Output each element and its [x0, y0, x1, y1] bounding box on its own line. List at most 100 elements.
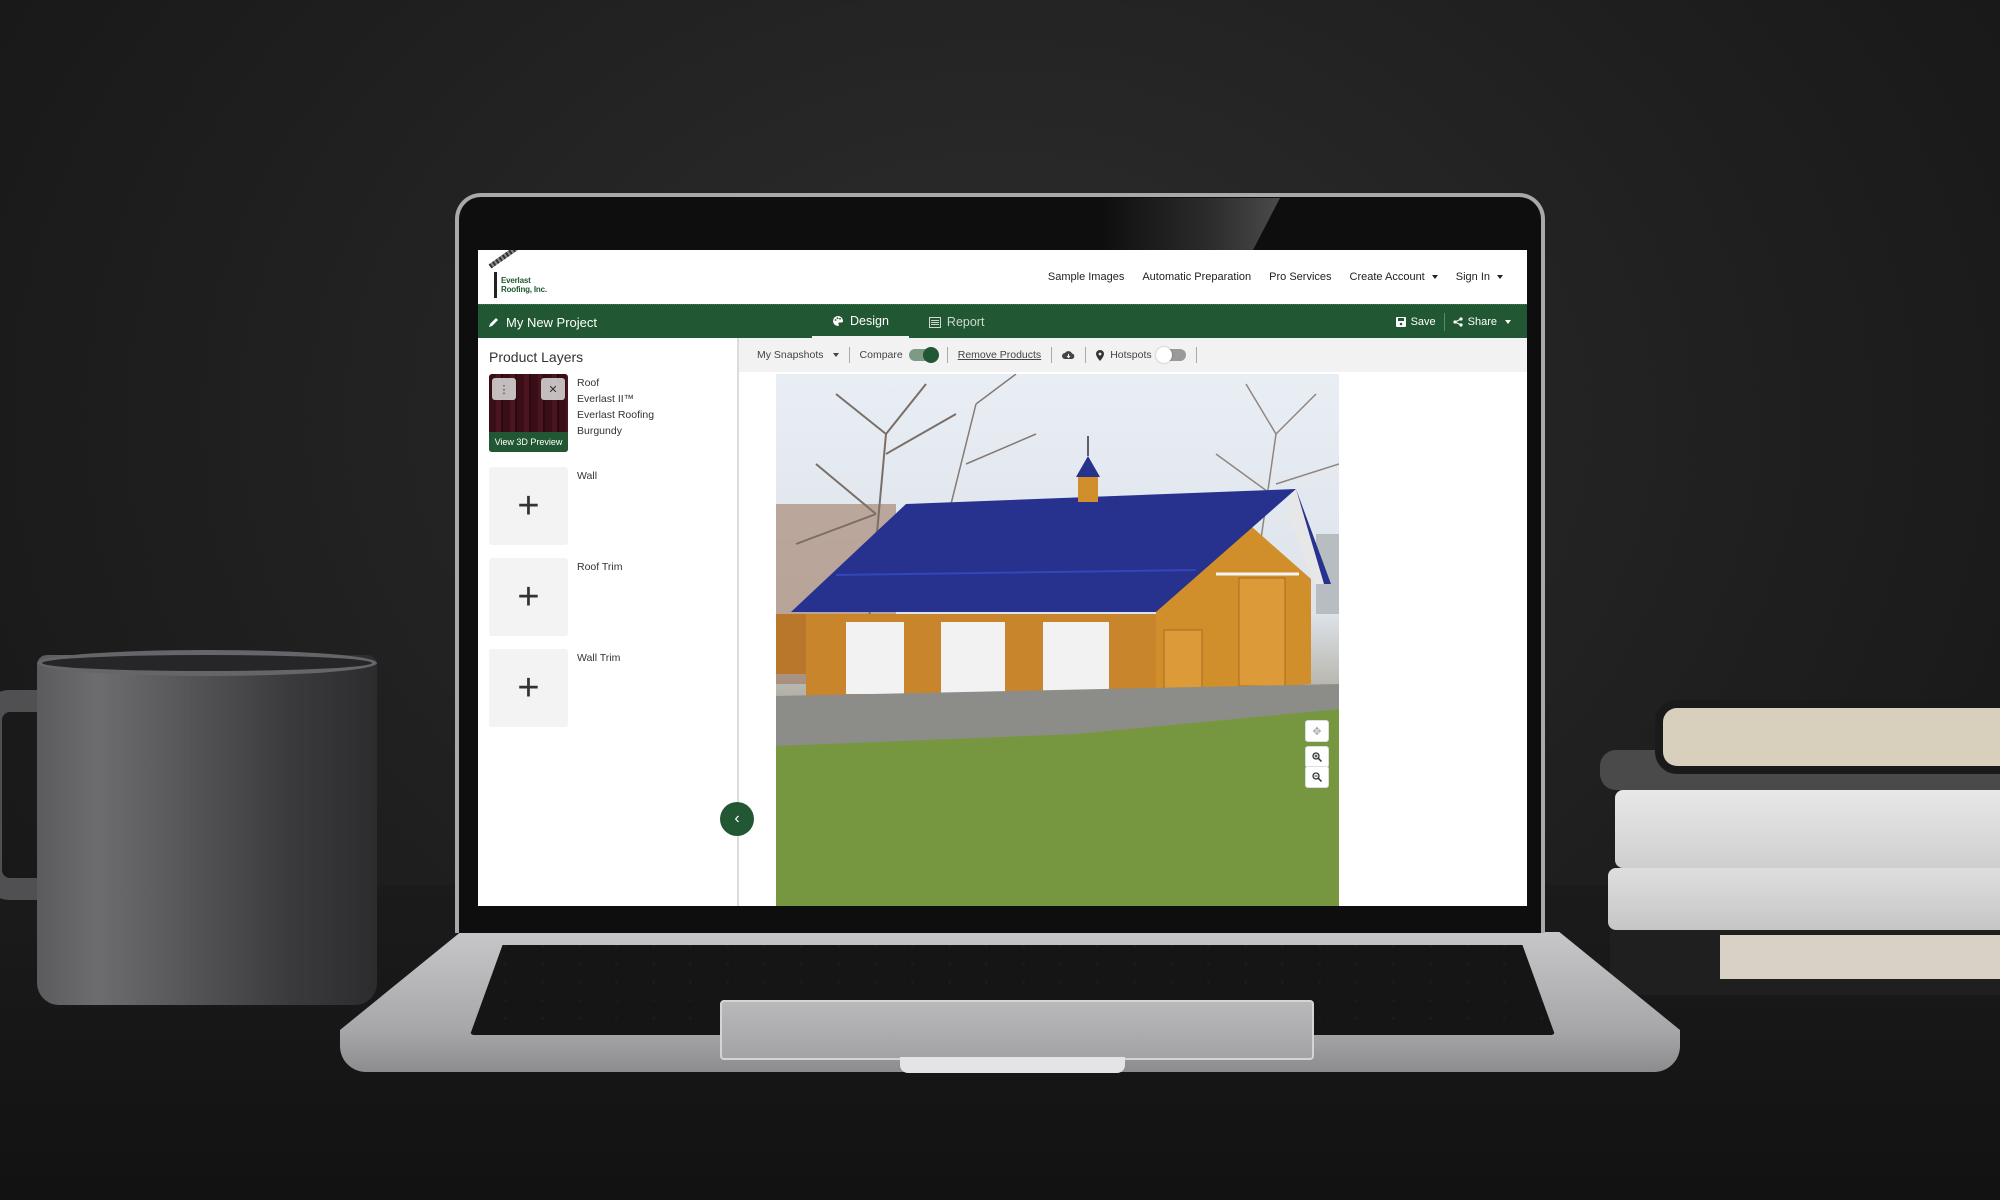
tab-label: Design — [850, 313, 889, 328]
remove-products-link[interactable]: Remove Products — [948, 349, 1051, 361]
layer-roof-details: Roof Everlast II™ Everlast Roofing Burgu… — [577, 375, 654, 439]
share-label: Share — [1467, 316, 1497, 328]
product-layers-panel: Product Layers ⋮ ✕ View 3D Preview Roof … — [478, 338, 739, 906]
tab-report[interactable]: Report — [909, 305, 1005, 339]
snapshots-label: My Snapshots — [757, 349, 824, 361]
zoom-in-icon — [1312, 752, 1322, 762]
project-actions: Save Share — [1388, 305, 1519, 339]
zoom-out-button[interactable] — [1305, 766, 1329, 788]
tab-label: Report — [946, 315, 985, 329]
laptop-trackpad — [720, 1000, 1314, 1060]
palette-icon — [833, 315, 843, 326]
project-title-text: My New Project — [506, 314, 598, 330]
app-screen: Everlast Roofing, Inc. Sample Images Aut… — [478, 250, 1527, 906]
roof-swatch[interactable]: ⋮ ✕ View 3D Preview — [489, 374, 568, 452]
layer-wall: + — [489, 467, 569, 547]
save-button[interactable]: Save — [1388, 316, 1444, 328]
mug-rim — [37, 650, 377, 676]
nav-sign-in[interactable]: Sign In — [1456, 271, 1503, 283]
product-line: Everlast Roofing — [577, 409, 655, 421]
product-color: Burgundy — [577, 425, 622, 437]
share-icon — [1453, 317, 1463, 327]
project-bar: My New Project Design Report Save Share — [478, 304, 1527, 339]
tab-design[interactable]: Design — [812, 305, 909, 339]
compare-label: Compare — [859, 349, 903, 361]
add-roof-trim-button[interactable]: + — [489, 558, 568, 636]
caret-down-icon — [832, 353, 839, 357]
top-nav: Sample Images Automatic Preparation Pro … — [1048, 250, 1503, 304]
chevron-left-icon: ‹ — [734, 810, 740, 827]
plus-icon: + — [517, 485, 540, 527]
hotspots-label: Hotspots — [1110, 349, 1152, 361]
nav-label: Sample Images — [1047, 271, 1125, 283]
layer-roof-trim: + — [489, 558, 569, 638]
nav-create-account[interactable]: Create Account — [1350, 271, 1438, 283]
cupola — [1078, 476, 1098, 502]
book — [1655, 700, 2000, 774]
map-marker-icon — [1096, 349, 1105, 361]
garage-door — [941, 622, 1005, 696]
design-toolbar: My Snapshots Compare Remove Products Hot… — [739, 338, 1527, 372]
pencil-icon — [489, 318, 498, 327]
brand-line1: Everlast — [501, 276, 531, 285]
close-icon: ✕ — [548, 383, 558, 396]
barn-door — [1238, 577, 1286, 687]
barn-image — [776, 374, 1339, 906]
garage-door — [1043, 622, 1109, 697]
plus-icon: + — [517, 667, 540, 709]
nav-label: Sign In — [1455, 271, 1490, 283]
layer-roof-trim-label: Roof Trim — [577, 561, 623, 573]
caret-down-icon — [1505, 320, 1511, 324]
layer-category: Roof — [577, 377, 600, 389]
zoom-out-icon — [1312, 772, 1322, 782]
nav-sample-images[interactable]: Sample Images — [1048, 271, 1124, 283]
brand-line2: Roofing, Inc. — [501, 285, 547, 294]
pan-button[interactable]: ✥ — [1305, 720, 1329, 742]
product-name: Everlast II™ — [577, 393, 635, 405]
brand-logo[interactable]: Everlast Roofing, Inc. — [486, 250, 556, 300]
layer-wall-trim: + — [489, 649, 569, 729]
nav-automatic-preparation[interactable]: Automatic Preparation — [1142, 271, 1251, 283]
view-3d-preview-button[interactable]: View 3D Preview — [489, 432, 568, 452]
layer-wall-label: Wall — [577, 470, 598, 482]
remove-layer-button[interactable]: ✕ — [541, 378, 565, 400]
collapse-panel-button[interactable]: ‹ — [720, 802, 754, 836]
add-wall-trim-button[interactable]: + — [489, 649, 568, 727]
barn-door — [1163, 629, 1203, 695]
book — [1615, 790, 2000, 868]
floppy-disk-icon — [1395, 317, 1406, 327]
share-button[interactable]: Share — [1445, 316, 1519, 328]
vertical-dots-icon: ⋮ — [498, 383, 510, 396]
logo-post — [494, 272, 497, 298]
nav-label: Create Account — [1349, 271, 1425, 283]
nav-label: Automatic Preparation — [1142, 271, 1252, 283]
nav-label: Pro Services — [1269, 271, 1332, 283]
plus-icon: + — [517, 576, 540, 618]
garage-door — [846, 622, 904, 694]
project-title[interactable]: My New Project — [488, 305, 597, 339]
panel-title: Product Layers — [489, 349, 584, 365]
cloud-download-button[interactable] — [1052, 350, 1085, 360]
view-tabs: Design Report — [812, 305, 1004, 339]
hotspots-control: Hotspots — [1086, 347, 1195, 363]
layer-options-button[interactable]: ⋮ — [492, 378, 516, 400]
nav-pro-services[interactable]: Pro Services — [1269, 271, 1331, 283]
zoom-in-button[interactable] — [1305, 746, 1329, 768]
divider — [1195, 347, 1197, 363]
cloud-download-icon — [1062, 351, 1075, 359]
screen-glare — [1100, 198, 1280, 250]
caret-down-icon — [1497, 275, 1503, 279]
design-canvas[interactable]: ✥ — [776, 374, 1339, 906]
book — [1610, 925, 2000, 995]
hotspots-toggle[interactable] — [1155, 347, 1186, 363]
layer-roof: ⋮ ✕ View 3D Preview — [489, 374, 569, 454]
top-header: Everlast Roofing, Inc. Sample Images Aut… — [478, 250, 1527, 304]
compare-toggle[interactable] — [908, 347, 939, 363]
my-snapshots-dropdown[interactable]: My Snapshots — [739, 349, 849, 361]
move-icon: ✥ — [1312, 725, 1322, 738]
save-label: Save — [1410, 316, 1436, 328]
laptop-notch — [900, 1057, 1125, 1073]
add-wall-button[interactable]: + — [489, 467, 568, 545]
compare-control: Compare — [850, 347, 947, 363]
list-icon — [928, 316, 941, 328]
